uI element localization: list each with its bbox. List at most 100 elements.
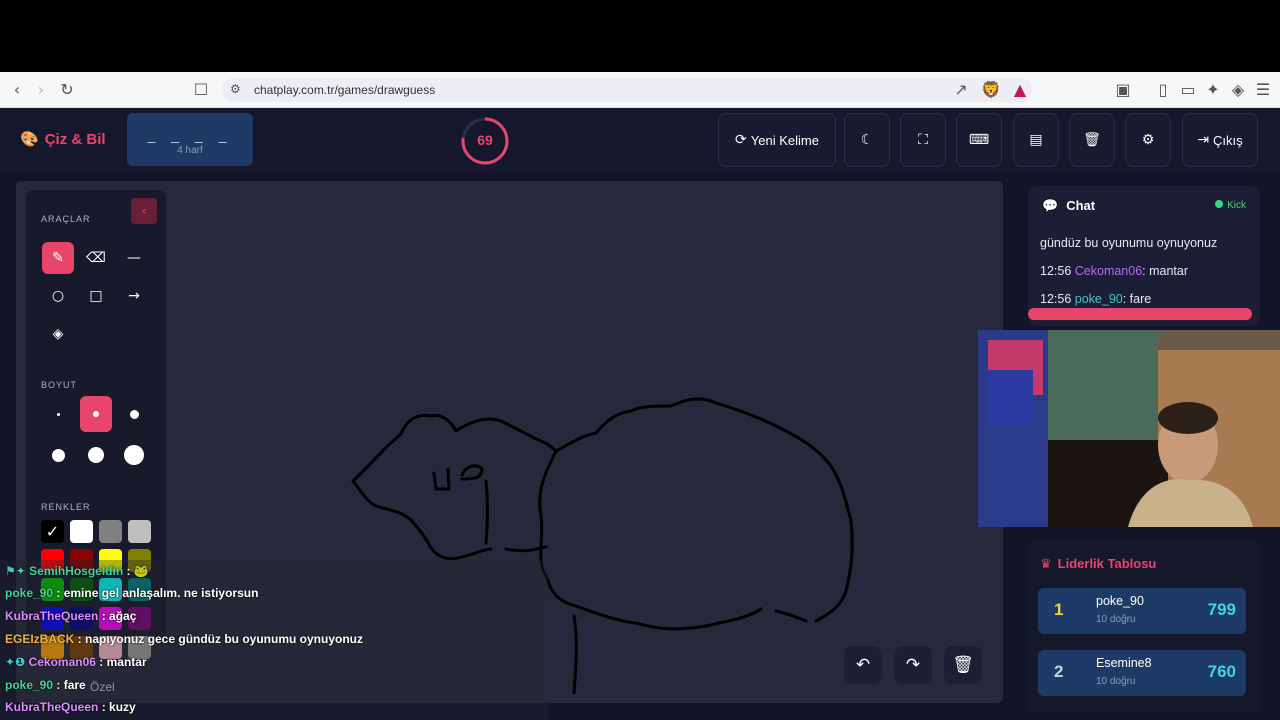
forward-button[interactable]: › <box>30 79 52 101</box>
stream-chat-text: : ağaç <box>98 609 137 623</box>
color-swatch[interactable]: ✓ <box>41 520 64 543</box>
settings-button[interactable]: ⚙ <box>1125 113 1171 167</box>
chat-bubble-icon: 💬 <box>1042 199 1059 214</box>
stream-chat-user: KubraTheQueen <box>5 609 99 623</box>
address-bar[interactable]: ⚙ chatplay.com.tr/games/drawguess <box>222 78 1032 102</box>
word-blanks: _ _ _ _ <box>147 127 233 143</box>
size-option-2[interactable] <box>80 396 112 432</box>
palette-icon: 🎨 <box>20 130 39 148</box>
theme-toggle-button[interactable]: ☾ <box>844 113 890 167</box>
fullscreen-button[interactable]: ⛶ <box>900 113 946 167</box>
stream-chat-line: EGEIzBACK : napıyonuz gece gündüz bu oyu… <box>5 632 363 646</box>
site-settings-icon[interactable]: ⚙ <box>230 82 241 96</box>
chat-username: poke_90 <box>1074 292 1123 306</box>
menu-icon[interactable]: ☰ <box>1252 79 1274 101</box>
online-dot-icon <box>1215 200 1224 208</box>
clear-canvas-button[interactable]: 🗑 <box>944 646 982 684</box>
webcam-image <box>978 330 1280 527</box>
logo[interactable]: 🎨 Çiz & Bil <box>20 130 106 148</box>
wallet-icon[interactable]: ▭ <box>1177 79 1199 101</box>
stream-chat-line: poke_90 : emine gel anlaşalım. ne istiyo… <box>5 586 258 600</box>
fullscreen-icon: ⛶ <box>918 132 928 148</box>
leaderboard-title-text: Liderlik Tablosu <box>1057 556 1157 571</box>
undo-button[interactable]: ↶ <box>844 646 882 684</box>
archive-button[interactable]: ▤ <box>1013 113 1059 167</box>
size-option-3[interactable] <box>118 396 150 432</box>
leaderboard-row: 2 Esemine8 10 doğru 760 <box>1038 650 1246 696</box>
logout-label: Çıkış <box>1213 132 1243 148</box>
stream-chat-user: poke_90 <box>5 586 54 600</box>
stream-chat-user: SemihHosgeldin <box>29 564 124 578</box>
player-name: Esemine8 <box>1096 656 1152 670</box>
bookmark-icon[interactable]: ☐ <box>190 79 212 101</box>
stream-chat-overlay: ⚑✦ SemihHosgeldin : 🐸 poke_90 : emine ge… <box>0 560 548 720</box>
stream-chat-line: ⚑✦ SemihHosgeldin : 🐸 <box>5 564 149 578</box>
stream-chat-text: : emine gel anlaşalım. ne istiyorsun <box>53 586 259 600</box>
back-button[interactable]: ‹ <box>6 79 28 101</box>
color-swatch[interactable] <box>99 520 122 543</box>
stream-chat-text: : kuzy <box>98 700 136 714</box>
kick-status-text: Kick <box>1227 200 1246 211</box>
player-name: poke_90 <box>1096 594 1144 608</box>
eraser-tool[interactable]: ⌫ <box>80 242 112 274</box>
leo-ai-icon[interactable]: ✦ <box>1202 79 1224 101</box>
share-icon[interactable]: ↗ <box>950 79 972 101</box>
chat-message: gündüz bu oyunumu oynuyonuz <box>1040 236 1217 250</box>
color-swatch[interactable] <box>128 520 151 543</box>
size-option-6[interactable] <box>118 437 150 473</box>
logout-icon: ⇥ <box>1197 132 1210 148</box>
letterbox-top <box>0 0 1280 72</box>
stream-chat-line: KubraTheQueen : kuzy <box>5 700 136 714</box>
chat-username: Cekoman06 <box>1074 264 1143 278</box>
reload-button[interactable]: ↻ <box>56 79 78 101</box>
player-correct-count: 10 doğru <box>1096 614 1136 625</box>
rectangle-tool[interactable]: □ <box>80 280 112 312</box>
circle-tool[interactable]: ○ <box>42 280 74 312</box>
chat-message-text: : fare <box>1122 292 1152 306</box>
tools-label: ARAÇLAR <box>41 214 91 224</box>
keyboard-button[interactable]: ⌨ <box>956 113 1002 167</box>
kick-status-badge: Kick <box>1215 200 1246 211</box>
line-tool[interactable]: — <box>118 242 150 274</box>
delete-button[interactable]: 🗑 <box>1069 113 1115 167</box>
archive-icon: ▤ <box>1029 132 1043 148</box>
chat-time: 12:56 <box>1040 292 1072 306</box>
stream-chat-text: : mantar <box>95 655 147 669</box>
stream-chat-user: poke_90 <box>5 678 54 692</box>
keyboard-icon: ⌨ <box>968 132 990 148</box>
sidebar-icon[interactable]: ▯ <box>1152 79 1174 101</box>
gear-icon: ⚙ <box>1141 132 1155 148</box>
size-option-1[interactable] <box>42 396 74 432</box>
color-swatch[interactable] <box>70 520 93 543</box>
word-length: 4 harf <box>177 145 203 156</box>
chat-title: 💬 Chat <box>1042 198 1095 214</box>
redo-button[interactable]: ↷ <box>894 646 932 684</box>
player-score: 760 <box>1207 662 1236 681</box>
chat-time: 12:56 <box>1040 264 1072 278</box>
reader-icon[interactable]: ▣ <box>1112 79 1134 101</box>
chat-scroll-bar[interactable] <box>1028 308 1252 320</box>
collapse-panel-button[interactable]: ‹ <box>131 198 157 224</box>
brush-tool[interactable]: ✎ <box>42 242 74 274</box>
crown-icon: ♛ <box>1040 557 1052 572</box>
stream-chat-user: EGEIzBACK <box>5 632 75 646</box>
size-option-4[interactable] <box>42 437 74 473</box>
stream-chat-text: : napıyonuz gece gündüz bu oyunumu oynuy… <box>74 632 363 646</box>
fill-tool[interactable]: ◈ <box>42 318 74 350</box>
chat-message-text: : mantar <box>1142 264 1189 278</box>
player-score: 799 <box>1207 600 1236 619</box>
chat-panel: 💬 Chat Kick gündüz bu oyunumu oynuyonuz 1… <box>1028 186 1260 326</box>
chat-title-text: Chat <box>1066 198 1096 213</box>
new-word-button[interactable]: ⟳ Yeni Kelime <box>718 113 836 167</box>
vpn-icon[interactable]: ◈ <box>1227 79 1249 101</box>
browser-toolbar: ‹ › ↻ ☐ ⚙ chatplay.com.tr/games/drawgues… <box>0 72 1280 108</box>
stream-chat-text: : 🐸 <box>123 564 149 578</box>
stream-chat-user: Cekoman06 <box>28 655 96 669</box>
brave-rewards-icon[interactable]: ▲ <box>1009 79 1031 101</box>
arrow-tool[interactable]: → <box>118 280 150 312</box>
logout-button[interactable]: ⇥ Çıkış <box>1182 113 1258 167</box>
size-option-5[interactable] <box>80 437 112 473</box>
stream-chat-text: : fare <box>53 678 86 692</box>
brave-shield-icon[interactable]: 🦁 <box>980 79 1002 101</box>
stream-chat-user: KubraTheQueen <box>5 700 99 714</box>
